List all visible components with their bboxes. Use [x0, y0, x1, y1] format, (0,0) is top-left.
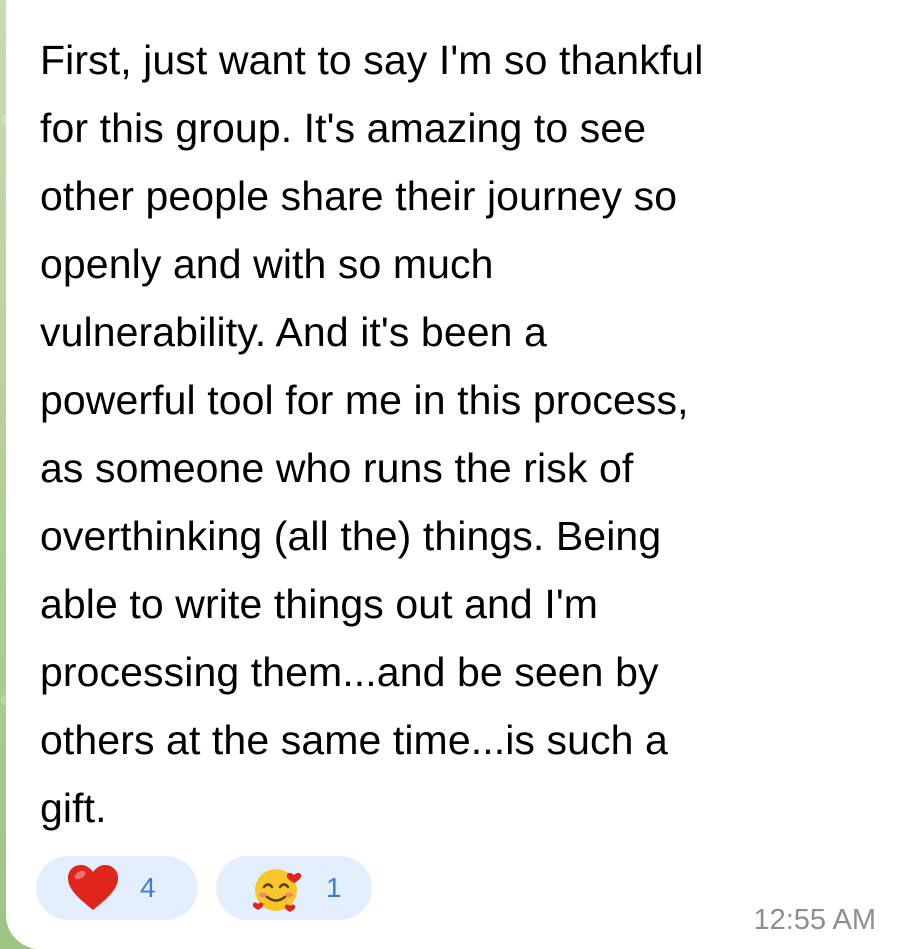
reaction-smiling-hearts-count: 1: [326, 872, 342, 903]
message-timestamp: 12:55 AM: [753, 904, 876, 936]
smiling-face-with-hearts-icon: [250, 863, 304, 913]
reaction-heart-count: 4: [140, 872, 156, 903]
reactions-bar: 4 1: [36, 856, 372, 920]
reaction-heart-button[interactable]: 4: [36, 856, 198, 920]
reaction-smiling-hearts-button[interactable]: 1: [216, 856, 372, 920]
message-text: First, just want to say I'm so thankful …: [40, 37, 704, 831]
red-heart-icon: [66, 863, 120, 913]
message-bubble[interactable]: First, just want to say I'm so thankful …: [6, 0, 910, 949]
